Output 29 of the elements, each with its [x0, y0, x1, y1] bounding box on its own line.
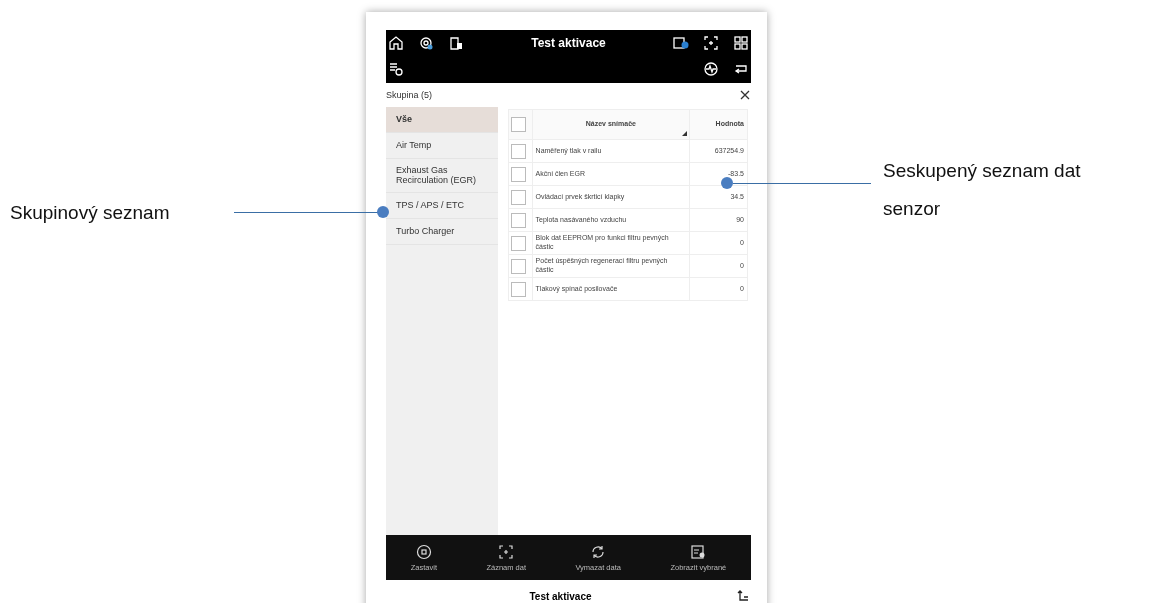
grid-icon[interactable]	[733, 35, 749, 51]
group-panel-title: Skupina (5)	[386, 90, 433, 100]
group-item[interactable]: Turbo Charger	[386, 219, 498, 245]
group-item[interactable]: Air Temp	[386, 133, 498, 159]
row-checkbox[interactable]	[511, 212, 526, 228]
document-icon[interactable]	[448, 35, 464, 51]
row-checkbox[interactable]	[511, 143, 526, 159]
row-checkbox[interactable]	[511, 189, 526, 205]
row-checkbox[interactable]	[511, 281, 526, 297]
capture-icon	[498, 543, 515, 560]
pulse-icon[interactable]	[703, 61, 719, 77]
scan-icon[interactable]	[703, 35, 719, 51]
sort-icon[interactable]	[682, 131, 688, 136]
header-title: Test aktivace	[530, 36, 607, 50]
callout-label: Skupinový seznam	[10, 201, 170, 225]
select-all-checkbox[interactable]	[511, 117, 526, 132]
callout-label: Seskupený seznam dat senzor	[883, 159, 1082, 221]
home-icon[interactable]	[388, 35, 404, 51]
stop-icon	[415, 543, 432, 560]
group-item[interactable]: Exhaust Gas Recirculation (EGR)	[386, 159, 498, 193]
row-checkbox[interactable]	[511, 166, 526, 182]
list-icon	[690, 543, 707, 560]
close-icon[interactable]	[739, 89, 751, 101]
refresh-icon	[590, 543, 607, 560]
row-checkbox[interactable]	[511, 235, 526, 251]
corner-arrow-icon[interactable]	[735, 588, 751, 603]
row-checkbox[interactable]	[511, 258, 526, 274]
group-item[interactable]: Vše	[386, 107, 498, 133]
footer-title: Test aktivace	[528, 590, 593, 602]
